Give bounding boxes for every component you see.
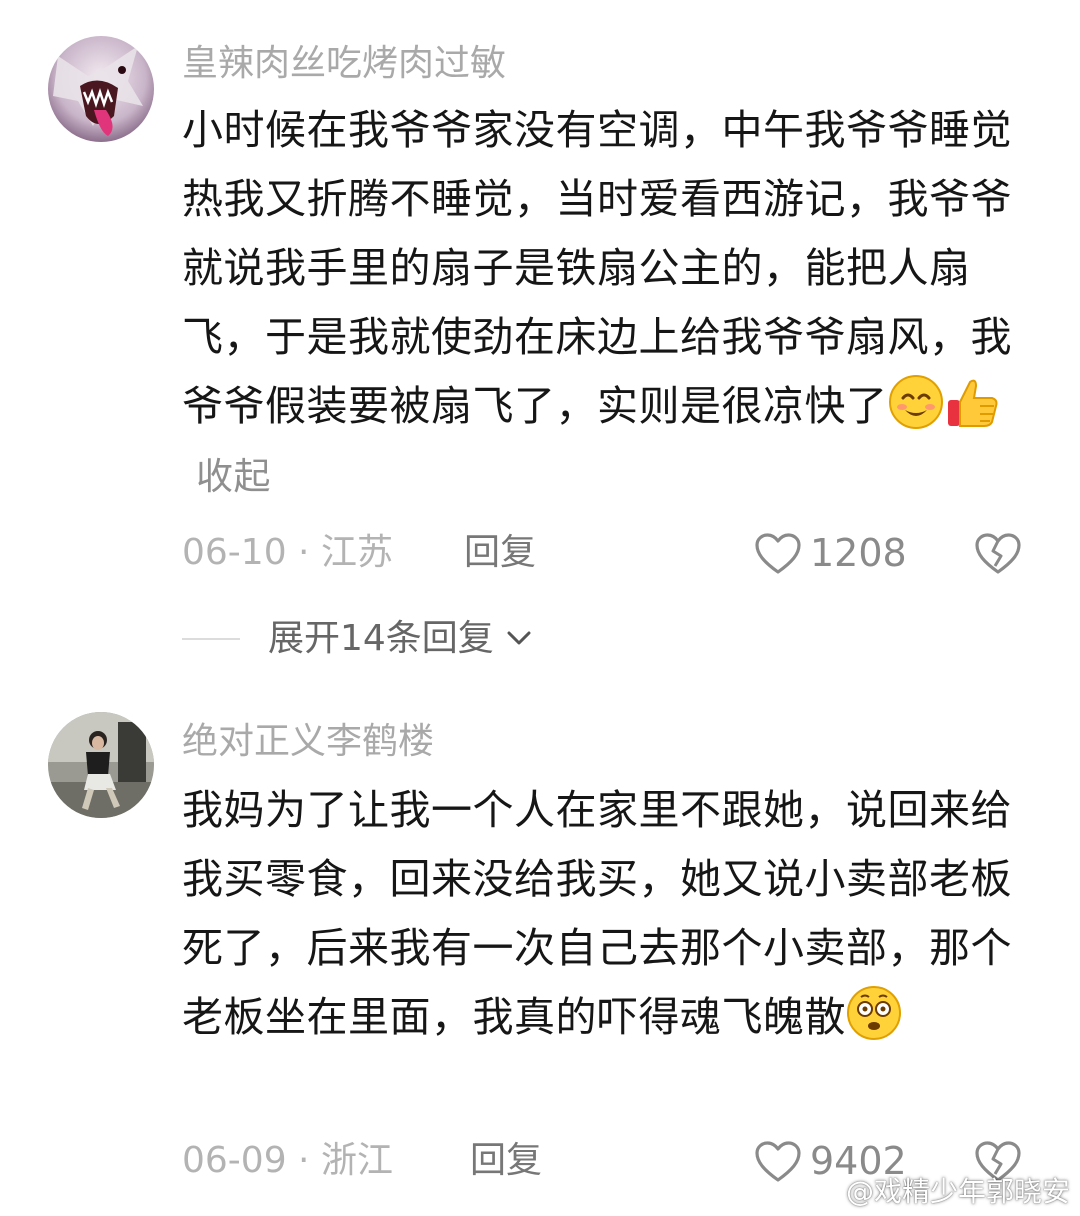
person-avatar-icon[interactable]	[48, 712, 154, 818]
expand-replies[interactable]: 展开14条回复	[182, 614, 582, 664]
wolf-avatar-icon[interactable]	[48, 36, 154, 142]
comment-text: 小时候在我爷爷家没有空调，中午我爷爷睡觉热我又折腾不睡觉，当时爱看西游记，我爷爷…	[182, 96, 1012, 511]
expand-replies-label[interactable]: 展开14条回复	[268, 614, 533, 664]
watermark-text: @戏精少年郭晓安	[845, 1175, 1070, 1208]
comment-text: 我妈为了让我一个人在家里不跟她，说回来给我买零食，回来没给我买，她又说小卖部老板…	[182, 776, 1012, 1052]
collapse-button[interactable]: 收起	[196, 455, 271, 498]
watermark: @戏精少年郭晓安	[806, 1170, 1070, 1210]
expand-replies-text: 展开14条回复	[268, 618, 494, 659]
date-location: 06-10 · 江苏	[182, 532, 393, 573]
reply-button[interactable]: 回复	[464, 528, 536, 578]
chevron-down-icon	[507, 631, 531, 645]
comment-meta: 06-10 · 江苏 回复 1208	[182, 528, 1032, 578]
smiling-face-emoji	[888, 374, 944, 430]
comment-item: 皇辣肉丝吃烤肉过敏 小时候在我爷爷家没有空调，中午我爷爷睡觉热我又折腾不睡觉，当…	[0, 0, 1080, 680]
weibo-logo-icon	[806, 1178, 839, 1204]
like-count: 1208	[810, 531, 907, 575]
shocked-face-emoji	[846, 985, 902, 1041]
reply-button[interactable]: 回复	[470, 1136, 542, 1186]
heart-icon	[755, 1141, 801, 1182]
divider-line	[182, 638, 240, 640]
thumbs-up-emoji	[944, 374, 1000, 430]
broken-heart-icon[interactable]	[974, 532, 1022, 576]
username[interactable]: 皇辣肉丝吃烤肉过敏	[182, 46, 506, 82]
comment-item: 绝对正义李鹤楼 我妈为了让我一个人在家里不跟她，说回来给我买零食，回来没给我买，…	[0, 680, 1080, 1216]
username[interactable]: 绝对正义李鹤楼	[182, 724, 434, 760]
heart-icon	[755, 533, 801, 574]
date-location: 06-09 · 浙江	[182, 1140, 393, 1181]
